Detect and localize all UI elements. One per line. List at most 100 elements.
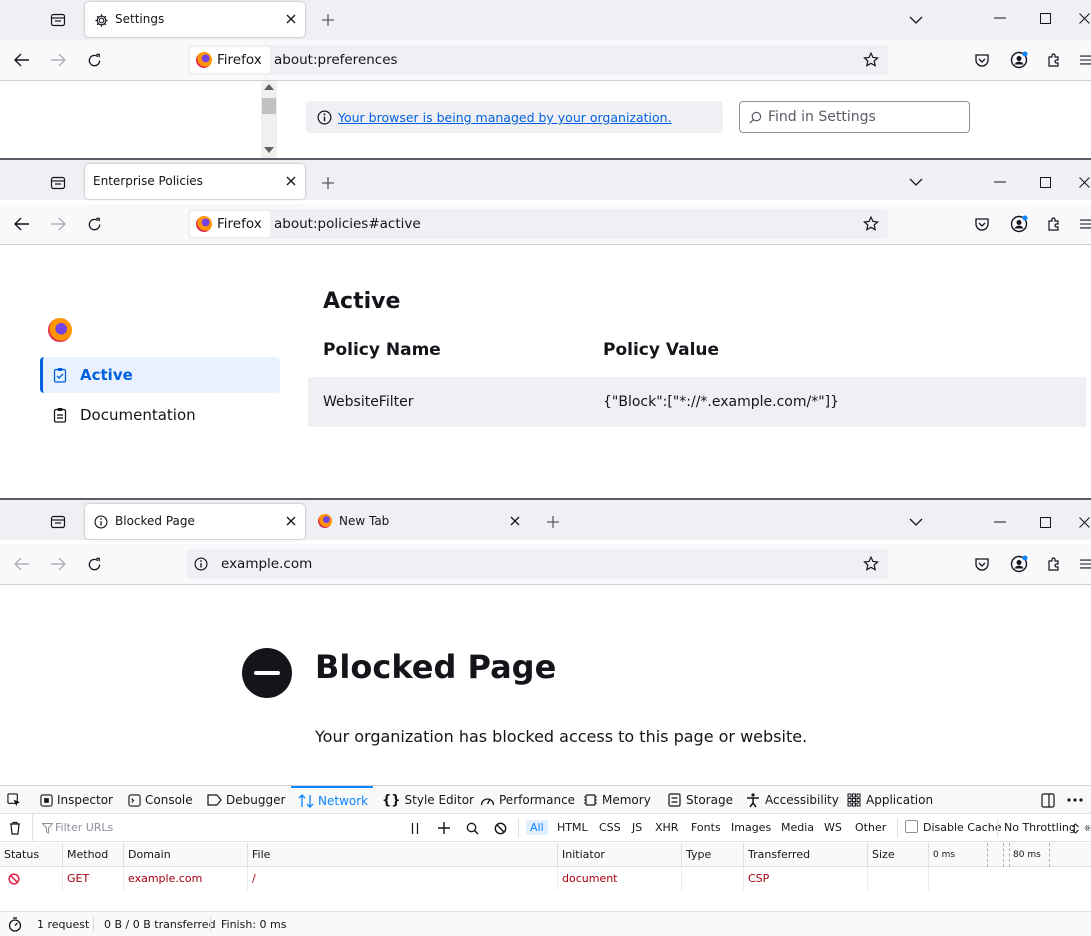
new-tab-plus-icon[interactable]	[318, 10, 338, 30]
type-filter-js[interactable]: JS	[628, 820, 646, 835]
forward-arrow-icon[interactable]	[48, 554, 68, 574]
url-text[interactable]: about:preferences	[274, 52, 398, 68]
throttling-select[interactable]: No Throttling	[1004, 821, 1076, 834]
scroll-thumb[interactable]	[262, 98, 276, 114]
star-icon[interactable]	[862, 215, 880, 233]
pocket-icon[interactable]	[972, 50, 992, 70]
devtools-tab-console[interactable]: Console	[127, 786, 193, 814]
element-picker-icon[interactable]	[6, 792, 22, 808]
close-icon[interactable]	[283, 173, 299, 189]
type-filter-fonts[interactable]: Fonts	[687, 820, 725, 835]
devtools-tab-storage[interactable]: Storage	[666, 786, 733, 814]
trash-icon[interactable]	[8, 821, 22, 835]
column-domain[interactable]: Domain	[123, 843, 247, 867]
tab-list-icon[interactable]	[48, 10, 68, 30]
tab-list-icon[interactable]	[48, 173, 68, 193]
extensions-puzzle-icon[interactable]	[1044, 50, 1064, 70]
devtools-tab-style-editor[interactable]: {} Style Editor	[382, 786, 474, 814]
sidebar-item-active[interactable]: Active	[40, 357, 280, 393]
new-tab-plus-icon[interactable]	[543, 512, 563, 532]
column-file[interactable]: File	[247, 843, 557, 867]
reload-icon[interactable]	[84, 554, 104, 574]
table-row[interactable]: GET example.com / document CSP	[0, 867, 1091, 891]
devtools-tab-application[interactable]: Application	[846, 786, 933, 814]
account-icon[interactable]	[1008, 553, 1030, 575]
tab-blocked-page[interactable]: Blocked Page	[85, 504, 305, 539]
tab-enterprise-policies[interactable]: Enterprise Policies	[85, 164, 305, 199]
extensions-puzzle-icon[interactable]	[1044, 214, 1064, 234]
tab-list-icon[interactable]	[48, 512, 68, 532]
pocket-icon[interactable]	[972, 554, 992, 574]
pocket-icon[interactable]	[972, 214, 992, 234]
info-icon[interactable]	[194, 557, 208, 571]
chevron-down-icon[interactable]	[906, 10, 926, 30]
block-icon[interactable]	[492, 821, 508, 835]
back-arrow-icon[interactable]	[12, 214, 32, 234]
type-filter-all[interactable]: All	[526, 820, 548, 835]
tab-new-tab[interactable]: New Tab	[309, 504, 529, 539]
managed-notice-link[interactable]: Your browser is being managed by your or…	[338, 110, 672, 125]
chevron-down-icon[interactable]	[906, 512, 926, 532]
type-filter-css[interactable]: CSS	[595, 820, 625, 835]
filter-urls-input[interactable]: Filter URLs	[32, 814, 402, 841]
devtools-tab-performance[interactable]: Performance	[479, 786, 575, 814]
devtools-tab-memory[interactable]: Memory	[582, 786, 651, 814]
type-filter-html[interactable]: HTML	[553, 820, 592, 835]
column-timeline[interactable]: 0 ms 80 ms	[928, 843, 1091, 867]
settings-gear-icon[interactable]	[1084, 821, 1091, 835]
dock-side-icon[interactable]	[1040, 792, 1056, 808]
close-icon[interactable]	[283, 11, 299, 27]
maximize-icon[interactable]	[1035, 172, 1055, 192]
minimize-icon[interactable]	[990, 172, 1010, 192]
menu-icon[interactable]	[1080, 554, 1091, 574]
type-filter-ws[interactable]: WS	[820, 820, 846, 835]
type-filter-xhr[interactable]: XHR	[651, 820, 682, 835]
close-window-icon[interactable]	[1079, 512, 1091, 532]
chevron-down-icon[interactable]	[906, 172, 926, 192]
account-icon[interactable]	[1008, 213, 1030, 235]
close-icon[interactable]	[283, 513, 299, 529]
close-window-icon[interactable]	[1079, 8, 1091, 28]
more-options-icon[interactable]	[1066, 792, 1084, 808]
minimize-icon[interactable]	[990, 8, 1010, 28]
column-initiator[interactable]: Initiator	[557, 843, 681, 867]
maximize-icon[interactable]	[1035, 8, 1055, 28]
column-type[interactable]: Type	[681, 843, 743, 867]
account-icon[interactable]	[1008, 49, 1030, 71]
type-filter-other[interactable]: Other	[851, 820, 890, 835]
url-bar[interactable]: Firefox about:preferences	[188, 45, 888, 75]
devtools-tab-accessibility[interactable]: Accessibility	[745, 786, 839, 814]
column-method[interactable]: Method	[62, 843, 123, 867]
find-in-settings-input[interactable]: Find in Settings	[739, 101, 970, 133]
menu-icon[interactable]	[1080, 214, 1091, 234]
type-filter-images[interactable]: Images	[727, 820, 775, 835]
disable-cache-checkbox[interactable]	[905, 820, 918, 833]
minimize-icon[interactable]	[990, 512, 1010, 532]
close-icon[interactable]	[507, 513, 523, 529]
url-text[interactable]: example.com	[221, 556, 312, 572]
star-icon[interactable]	[862, 555, 880, 573]
column-size[interactable]: Size	[867, 843, 928, 867]
tab-settings[interactable]: Settings	[85, 2, 305, 37]
reload-icon[interactable]	[84, 214, 104, 234]
column-transferred[interactable]: Transferred	[743, 843, 867, 867]
devtools-tab-network[interactable]: Network	[291, 786, 373, 814]
reload-icon[interactable]	[84, 50, 104, 70]
search-icon[interactable]	[464, 821, 480, 835]
devtools-tab-inspector[interactable]: Inspector	[39, 786, 113, 814]
identity-box[interactable]: Firefox	[190, 211, 270, 237]
extensions-puzzle-icon[interactable]	[1044, 554, 1064, 574]
sidebar-item-documentation[interactable]: Documentation	[40, 397, 280, 433]
pause-icon[interactable]	[407, 821, 423, 835]
back-arrow-icon[interactable]	[12, 50, 32, 70]
forward-arrow-icon[interactable]	[48, 50, 68, 70]
plus-icon[interactable]	[436, 821, 452, 835]
scrollbar[interactable]	[261, 81, 277, 158]
stopwatch-icon[interactable]	[7, 917, 22, 932]
menu-icon[interactable]	[1080, 50, 1091, 70]
maximize-icon[interactable]	[1035, 512, 1055, 532]
scroll-down-arrow[interactable]	[264, 147, 274, 153]
devtools-tab-debugger[interactable]: Debugger	[206, 786, 285, 814]
scroll-up-arrow[interactable]	[264, 84, 274, 90]
forward-arrow-icon[interactable]	[48, 214, 68, 234]
